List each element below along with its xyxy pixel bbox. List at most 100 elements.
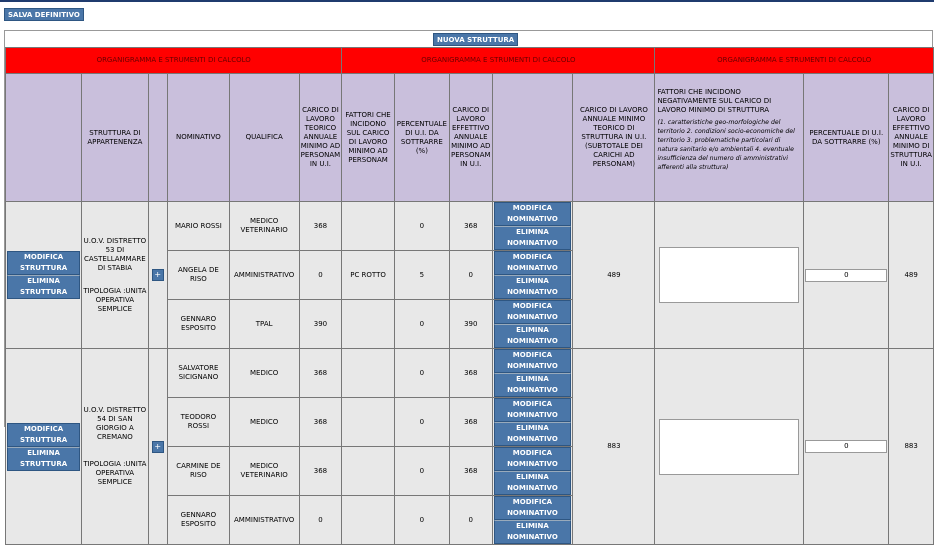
save-definitive-button[interactable]: SALVA DEFINITIVO (4, 8, 84, 21)
modify-structure-button[interactable]: MODIFICA STRUTTURA (7, 422, 81, 447)
person-carico-teorico: 368 (298, 446, 343, 496)
person-carico-teorico: 0 (298, 495, 343, 545)
header-carico-teorico: CARICO DI LAVORO TEORICO ANNUALE MINIMO … (298, 73, 343, 202)
person-fattori (341, 299, 395, 349)
structure-actions: MODIFICA STRUTTURA ELIMINA STRUTTURA (4, 201, 83, 349)
person-actions: MODIFICA NOMINATIVO ELIMINA NOMINATIVO (491, 250, 574, 300)
person-actions: MODIFICA NOMINATIVO ELIMINA NOMINATIVO (491, 201, 574, 251)
add-person-button[interactable]: + (151, 440, 164, 453)
section-title-2: ORGANIGRAMMA E STRUMENTI DI CALCOLO (341, 47, 656, 74)
header-percentuale-struttura: PERCENTUALE DI U.I. DA SOTTRARRE (%) (803, 73, 890, 202)
delete-person-button[interactable]: ELIMINA NOMINATIVO (493, 422, 572, 446)
delete-structure-button[interactable]: ELIMINA STRUTTURA (7, 275, 81, 299)
structure-name-cell: U.O.V. DISTRETTO 54 DI SAN GIORGIO A CRE… (81, 348, 149, 545)
person-carico-teorico: 0 (298, 250, 343, 300)
structure-percent-input[interactable]: 0 (805, 268, 888, 282)
header-carico-effettivo-struttura: CARICO DI LAVORO EFFETTIVO ANNUALE MINIM… (888, 73, 934, 202)
person-percentuale: 0 (393, 446, 451, 496)
person-fattori (341, 397, 395, 447)
modify-person-button[interactable]: MODIFICA NOMINATIVO (493, 398, 572, 422)
modify-person-button[interactable]: MODIFICA NOMINATIVO (493, 202, 572, 226)
person-percentuale: 0 (393, 201, 451, 251)
person-percentuale: 0 (393, 299, 451, 349)
person-qualifica: MEDICO (228, 397, 300, 447)
structure-subtotal: 489 (572, 201, 656, 349)
person-fattori (341, 495, 395, 545)
person-name: TEODORO ROSSI (166, 397, 230, 447)
header-qualifica: QUALIFICA (228, 73, 300, 202)
header-fattori-struttura-title: FATTORI CHE INCIDONO NEGATIVAMENTE SUL C… (657, 88, 772, 114)
structure-type: TIPOLOGIA :UNITA OPERATIVA SEMPLICE (83, 286, 147, 313)
person-qualifica: TPAL (228, 299, 300, 349)
delete-person-button[interactable]: ELIMINA NOMINATIVO (493, 373, 572, 397)
top-border (0, 0, 934, 2)
header-struttura: STRUTTURA DI APPARTENENZA (81, 73, 149, 202)
add-person-button[interactable]: + (151, 269, 164, 281)
header-percentuale: PERCENTUALE DI U.I. DA SOTTRARRE (%) (393, 73, 451, 202)
person-actions: MODIFICA NOMINATIVO ELIMINA NOMINATIVO (491, 495, 574, 545)
person-name: CARMINE DE RISO (166, 446, 230, 496)
structure-percent-cell: 0 (803, 201, 890, 349)
person-fattori (341, 446, 395, 496)
structure-fattori-cell (654, 348, 805, 545)
header-empty-actions (4, 73, 83, 202)
person-name: GENNARO ESPOSITO (166, 495, 230, 545)
person-carico-teorico: 390 (298, 299, 343, 349)
person-qualifica: MEDICO VETERINARIO (228, 446, 300, 496)
delete-person-button[interactable]: ELIMINA NOMINATIVO (493, 324, 572, 348)
person-actions: MODIFICA NOMINATIVO ELIMINA NOMINATIVO (491, 397, 574, 447)
delete-person-button[interactable]: ELIMINA NOMINATIVO (493, 226, 572, 250)
structure-name: U.O.V. DISTRETTO 53 DI CASTELLAMMARE DI … (83, 236, 147, 272)
delete-person-button[interactable]: ELIMINA NOMINATIVO (493, 471, 572, 495)
person-percentuale: 0 (393, 495, 451, 545)
person-percentuale: 5 (393, 250, 451, 300)
header-nominativo: NOMINATIVO (166, 73, 230, 202)
delete-structure-button[interactable]: ELIMINA STRUTTURA (7, 446, 81, 471)
delete-person-button[interactable]: ELIMINA NOMINATIVO (493, 275, 572, 299)
person-actions: MODIFICA NOMINATIVO ELIMINA NOMINATIVO (491, 348, 574, 398)
new-structure-button[interactable]: NUOVA STRUTTURA (433, 33, 519, 46)
person-carico-teorico: 368 (298, 348, 343, 398)
section-title-1: ORGANIGRAMMA E STRUMENTI DI CALCOLO (4, 47, 343, 74)
add-person-cell: + (147, 348, 168, 545)
person-qualifica: AMMINISTRATIVO (228, 250, 300, 300)
add-person-cell: + (147, 201, 168, 349)
modify-person-button[interactable]: MODIFICA NOMINATIVO (493, 300, 572, 324)
structure-subtotal: 883 (572, 348, 656, 545)
delete-person-button[interactable]: ELIMINA NOMINATIVO (493, 520, 572, 544)
structure-percent-input[interactable]: 0 (805, 440, 888, 453)
header-carico-struttura: CARICO DI LAVORO ANNUALE MINIMO TEORICO … (572, 73, 656, 202)
person-carico-effettivo: 0 (449, 495, 493, 545)
organigram-table: ORGANIGRAMMA E STRUMENTI DI CALCOLO ORGA… (4, 47, 934, 545)
person-carico-effettivo: 368 (449, 348, 493, 398)
person-carico-effettivo: 368 (449, 201, 493, 251)
person-carico-teorico: 368 (298, 397, 343, 447)
header-empty-person-actions (491, 73, 574, 202)
modify-person-button[interactable]: MODIFICA NOMINATIVO (493, 251, 572, 275)
header-empty-plus (147, 73, 168, 202)
structure-fattori-textarea[interactable] (659, 247, 800, 303)
section-title-3: ORGANIGRAMMA E STRUMENTI DI CALCOLO (654, 47, 934, 74)
structure-name: U.O.V. DISTRETTO 54 DI SAN GIORGIO A CRE… (83, 406, 147, 441)
structure-actions: MODIFICA STRUTTURA ELIMINA STRUTTURA (4, 348, 83, 545)
person-qualifica: AMMINISTRATIVO (228, 495, 300, 545)
header-fattori: FATTORI CHE INCIDONO SUL CARICO DI LAVOR… (341, 73, 395, 202)
header-carico-effettivo: CARICO DI LAVORO EFFETTIVO ANNUALE MINIM… (449, 73, 493, 202)
header-fattori-struttura-note: (1. caratteristiche geo-morfologiche del… (657, 119, 795, 171)
person-carico-teorico: 368 (298, 201, 343, 251)
structure-effective: 489 (888, 201, 934, 349)
person-name: SALVATORE SICIGNANO (166, 348, 230, 398)
person-actions: MODIFICA NOMINATIVO ELIMINA NOMINATIVO (491, 299, 574, 349)
modify-person-button[interactable]: MODIFICA NOMINATIVO (493, 349, 572, 373)
person-percentuale: 0 (393, 348, 451, 398)
modify-person-button[interactable]: MODIFICA NOMINATIVO (493, 496, 572, 520)
person-fattori: PC ROTTO (341, 250, 395, 300)
modify-structure-button[interactable]: MODIFICA STRUTTURA (7, 251, 81, 275)
person-carico-effettivo: 368 (449, 397, 493, 447)
structure-type: TIPOLOGIA :UNITA OPERATIVA SEMPLICE (83, 460, 147, 486)
structure-effective: 883 (888, 348, 934, 545)
person-name: GENNARO ESPOSITO (166, 299, 230, 349)
person-actions: MODIFICA NOMINATIVO ELIMINA NOMINATIVO (491, 446, 574, 496)
person-percentuale: 0 (393, 397, 451, 447)
modify-person-button[interactable]: MODIFICA NOMINATIVO (493, 447, 572, 471)
